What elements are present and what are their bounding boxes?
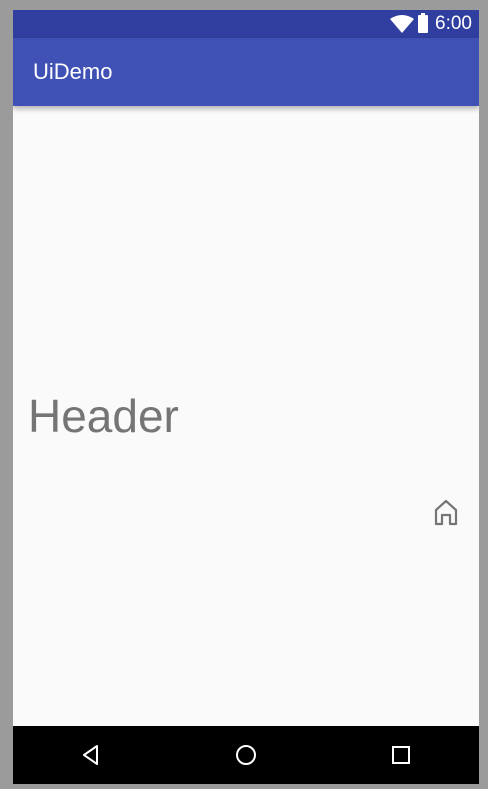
- home-circle-icon: [235, 745, 256, 765]
- app-bar: UiDemo: [13, 38, 479, 106]
- home-icon[interactable]: [431, 497, 461, 527]
- header-text: Header: [28, 390, 179, 442]
- back-button[interactable]: [73, 737, 109, 773]
- navigation-bar: [13, 726, 479, 784]
- status-time: 6:00: [435, 13, 472, 34]
- home-button[interactable]: [228, 737, 264, 773]
- device-screen: 6:00 UiDemo Header: [13, 10, 479, 784]
- recents-icon: [392, 746, 411, 764]
- status-bar: 6:00: [13, 10, 479, 38]
- main-content: Header: [13, 106, 479, 726]
- wifi-icon: [390, 15, 415, 33]
- app-title: UiDemo: [33, 59, 113, 84]
- battery-icon: [418, 13, 429, 33]
- recents-button[interactable]: [383, 737, 419, 773]
- back-icon: [82, 745, 98, 765]
